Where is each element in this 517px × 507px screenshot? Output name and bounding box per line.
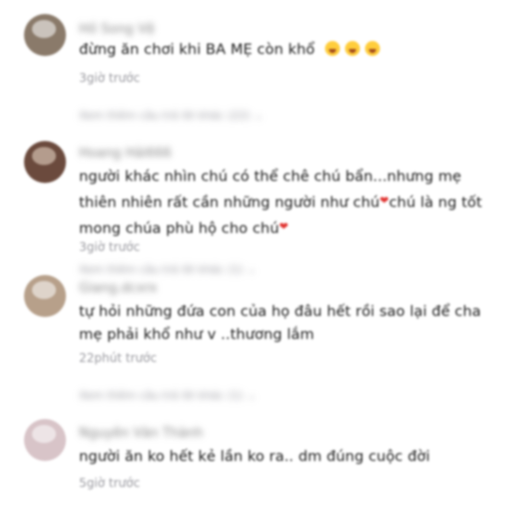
comment-list: Hồ Song Vệ đừng ăn chơi khi BA MẸ còn kh… — [0, 0, 517, 507]
comment-text: người ăn ko hết kẻ lần ko ra.. dm đúng c… — [79, 449, 430, 465]
chevron-down-icon: ⌄ — [247, 389, 257, 402]
comment-timestamp: 3giờ trước — [79, 240, 140, 254]
view-replies-button[interactable]: Xem thêm câu trả lời khác (1) ⌄ — [79, 389, 256, 402]
comment-timestamp: 22phút trước — [79, 351, 157, 365]
avatar[interactable] — [24, 275, 66, 317]
avatar-highlight — [32, 281, 56, 299]
loudly-crying-face-icon — [344, 41, 360, 56]
view-replies-label: Xem thêm câu trả lời khác (22) — [79, 109, 251, 122]
comment-username[interactable]: Giang.dcxrx — [79, 281, 157, 296]
comment-text: người khác nhìn chú có thể chê chú bẩn..… — [79, 166, 499, 241]
view-replies-label: Xem thêm câu trả lời khác (1) — [79, 263, 244, 276]
avatar[interactable] — [24, 141, 66, 183]
comment-text: đừng ăn chơi khi BA MẸ còn khổ — [79, 39, 499, 62]
heart-icon: ❤ — [279, 220, 289, 233]
avatar[interactable] — [24, 14, 66, 56]
avatar-highlight — [32, 20, 56, 38]
comment-timestamp: 5giờ trước — [79, 476, 140, 490]
loudly-crying-face-icon — [324, 41, 340, 56]
view-replies-label: Xem thêm câu trả lời khác (1) — [79, 389, 244, 402]
avatar[interactable] — [24, 419, 66, 461]
heart-icon: ❤ — [379, 194, 389, 207]
avatar-highlight — [32, 425, 56, 443]
comment-username[interactable]: Hoang Hải666 — [79, 146, 172, 161]
view-replies-button[interactable]: Xem thêm câu trả lời khác (1) ⌄ — [79, 263, 256, 276]
chevron-down-icon: ⌄ — [254, 109, 264, 122]
avatar-highlight — [32, 147, 56, 165]
comment-timestamp: 3giờ trước — [79, 71, 140, 85]
loudly-crying-face-icon — [364, 41, 380, 56]
chevron-down-icon: ⌄ — [247, 263, 257, 276]
comment-username[interactable]: Nguyễn Văn Thành — [79, 426, 203, 441]
view-replies-button[interactable]: Xem thêm câu trả lời khác (22) ⌄ — [79, 109, 263, 122]
comment-text-body: đừng ăn chơi khi BA MẸ còn khổ — [79, 42, 315, 58]
comment-username[interactable]: Hồ Song Vệ — [79, 22, 155, 37]
comment-text: tự hỏi những đứa con của họ đâu hết rồi … — [79, 304, 482, 343]
